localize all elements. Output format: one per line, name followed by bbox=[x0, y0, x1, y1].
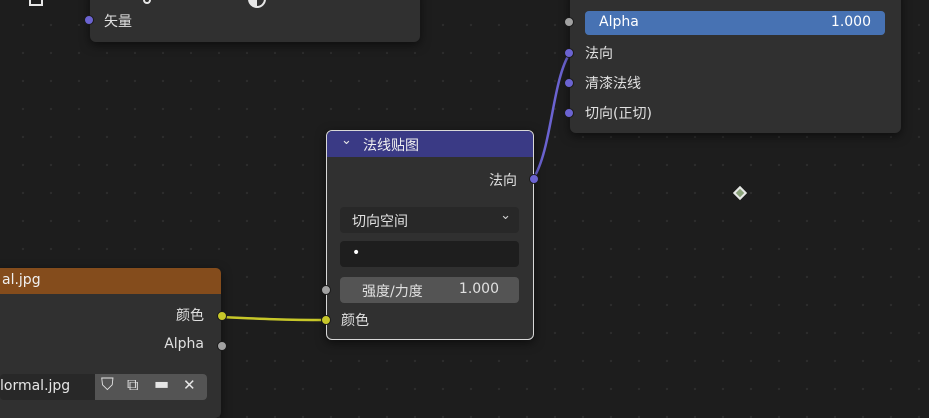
tangent-input-socket[interactable] bbox=[564, 108, 574, 118]
strength-label: 强度/力度 bbox=[362, 284, 423, 300]
uv-map-value: • bbox=[352, 245, 361, 261]
image-node-header[interactable]: al.jpg bbox=[0, 268, 221, 294]
alpha-input-socket[interactable] bbox=[564, 17, 574, 27]
breadcrumb-item: coin bbox=[280, 0, 309, 2]
image-texture-node[interactable]: al.jpg 颜色 Alpha lormal.jpg ⛉ ⧉ ▬ ✕ bbox=[0, 268, 227, 418]
color-output-label: 颜色 bbox=[176, 308, 204, 324]
alpha-slider-label: Alpha bbox=[599, 14, 639, 30]
vector-output-label: 矢量 bbox=[104, 14, 132, 30]
color-output-socket[interactable] bbox=[217, 311, 227, 321]
breadcrumb-item: coin bbox=[170, 0, 199, 2]
link-image-color-to-normal-color bbox=[221, 315, 327, 322]
normal-map-node[interactable]: ⌄ 法线贴图 法向 切向空间 ⌄ • 强度/力度 1.000 颜色 bbox=[321, 130, 539, 340]
strength-slider[interactable]: 强度/力度 1.000 bbox=[340, 277, 519, 303]
color-input-label: 颜色 bbox=[341, 313, 369, 329]
fake-user-shield-icon[interactable]: ⛉ bbox=[101, 375, 114, 395]
open-folder-icon[interactable]: ▬ bbox=[154, 374, 169, 393]
alpha-slider[interactable]: Alpha 1.000 bbox=[585, 11, 885, 35]
strength-input-socket[interactable] bbox=[321, 285, 331, 295]
image-node-title: al.jpg bbox=[2, 272, 41, 288]
normal-map-title: 法线贴图 bbox=[363, 138, 419, 154]
uv-map-field[interactable]: • bbox=[340, 241, 519, 267]
space-dropdown[interactable]: 切向空间 ⌄ bbox=[340, 207, 519, 233]
space-dropdown-value: 切向空间 bbox=[352, 214, 408, 230]
reroute-diamond-icon[interactable] bbox=[732, 185, 748, 201]
duplicate-image-icon[interactable]: ⧉ bbox=[127, 375, 138, 395]
image-selector[interactable]: lormal.jpg ⛉ ⧉ ▬ ✕ bbox=[0, 374, 207, 400]
strength-value: 1.000 bbox=[458, 281, 499, 297]
object-icon bbox=[29, 0, 43, 6]
color-input-socket[interactable] bbox=[321, 315, 331, 325]
normal-input-label: 法向 bbox=[585, 46, 613, 62]
vector-output-socket[interactable] bbox=[84, 15, 94, 25]
clearcoat-normal-input-socket[interactable] bbox=[564, 78, 574, 88]
chevron-down-icon[interactable]: ⌄ bbox=[341, 133, 352, 148]
image-name-field[interactable]: lormal.jpg bbox=[0, 378, 70, 394]
chevron-down-icon: ⌄ bbox=[500, 208, 511, 223]
normal-input-socket[interactable] bbox=[564, 48, 574, 58]
normal-map-header[interactable]: ⌄ 法线贴图 bbox=[327, 131, 533, 157]
normal-output-socket[interactable] bbox=[529, 174, 539, 184]
alpha-slider-value: 1.000 bbox=[830, 14, 871, 30]
normal-output-label: 法向 bbox=[489, 173, 517, 189]
close-icon[interactable]: ✕ bbox=[183, 376, 196, 394]
image-buttons: ⛉ ⧉ ▬ ✕ bbox=[95, 374, 207, 400]
alpha-output-socket[interactable] bbox=[217, 341, 227, 351]
principled-bsdf-node[interactable]: Alpha 1.000 法向 清漆法线 切向(正切) bbox=[564, 0, 901, 133]
tangent-input-label: 切向(正切) bbox=[585, 106, 652, 122]
clearcoat-normal-input-label: 清漆法线 bbox=[585, 76, 641, 92]
alpha-output-label: Alpha bbox=[164, 336, 204, 352]
